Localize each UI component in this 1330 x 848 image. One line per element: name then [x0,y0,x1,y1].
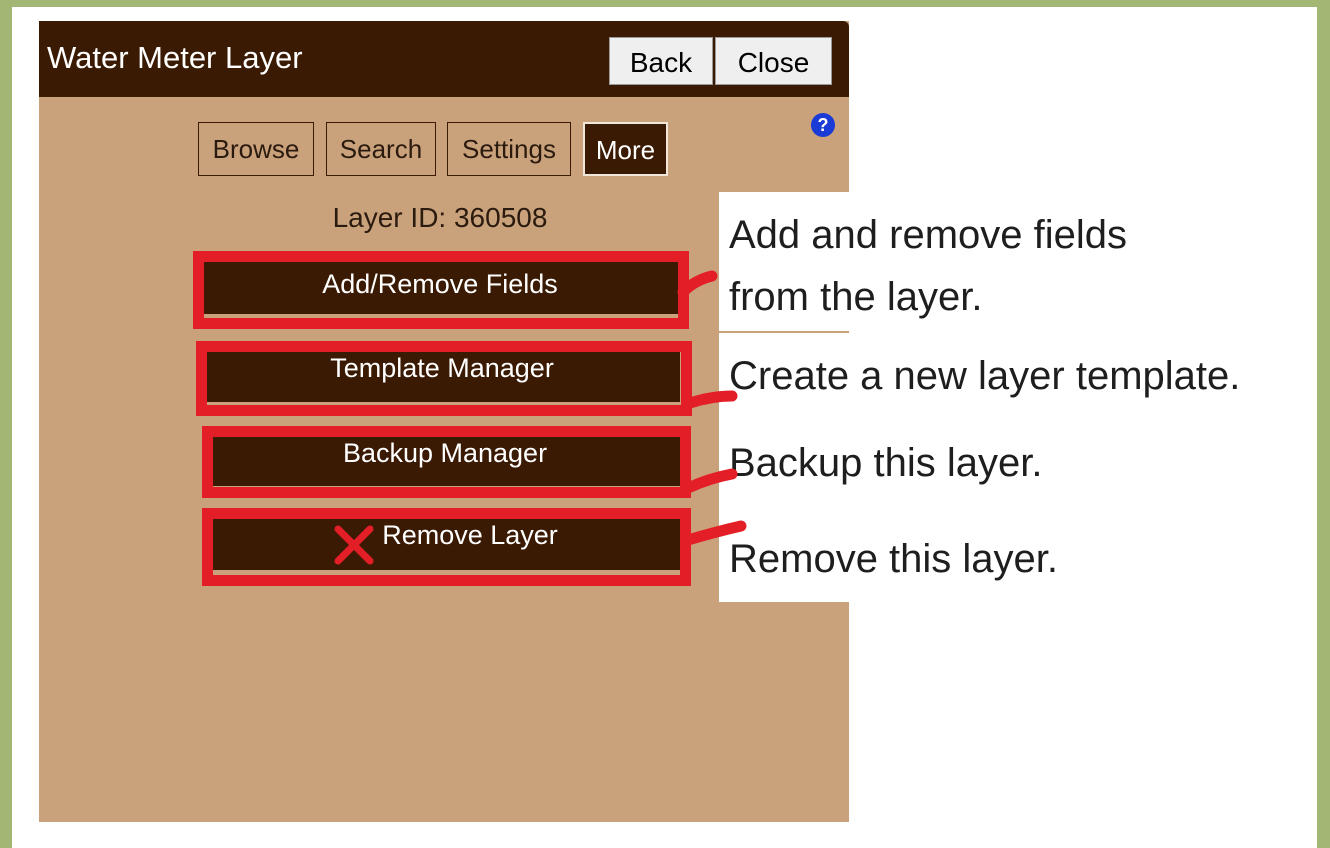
close-button[interactable]: Close [715,37,832,85]
callout-divider [719,331,849,333]
annotation-line-1: Add and remove fields [729,213,1128,257]
highlight-box-backup-manager [202,426,691,498]
panel-title: Water Meter Layer [47,40,303,75]
panel-titlebar: Water Meter Layer Back Close [39,21,849,97]
annotation-add-remove-fields: Add and remove fields from the layer. [729,204,1127,328]
back-button[interactable]: Back [609,37,713,85]
highlight-box-remove-layer [202,508,691,586]
tab-browse[interactable]: Browse [198,122,314,176]
annotation-backup-manager: Backup this layer. [729,441,1043,485]
annotation-line-2: from the layer. [729,275,983,319]
annotation-template-manager: Create a new layer template. [729,354,1241,398]
annotation-remove-layer: Remove this layer. [729,537,1059,581]
tab-more[interactable]: More [583,122,668,176]
help-icon[interactable]: ? [811,113,835,137]
tab-settings[interactable]: Settings [447,122,571,176]
tab-search[interactable]: Search [326,122,436,176]
highlight-box-template-manager [196,341,692,416]
highlight-box-add-remove-fields [193,251,689,329]
